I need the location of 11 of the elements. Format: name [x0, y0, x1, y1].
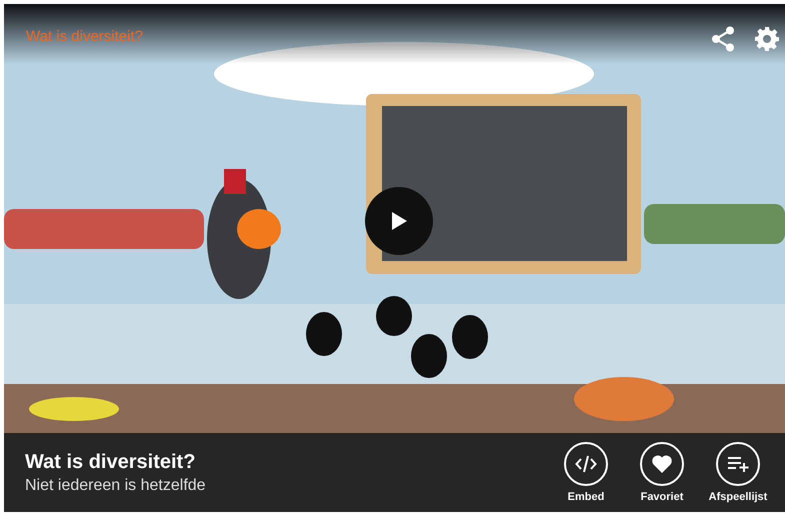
video-title: Wat is diversiteit?: [26, 28, 143, 45]
video-title: Wat is diversiteit?: [25, 450, 196, 474]
code-icon: [564, 442, 608, 486]
action-button[interactable]: Afspeellijst: [703, 442, 773, 503]
settings-icon[interactable]: [755, 27, 779, 51]
playlist-add-icon: [716, 442, 760, 486]
play-icon: [390, 211, 408, 231]
action-button[interactable]: Embed: [551, 442, 621, 503]
share-icon[interactable]: [711, 26, 735, 52]
video-subtitle: Niet iedereen is hetzelfde: [25, 476, 207, 494]
action-button[interactable]: Favoriet: [627, 442, 697, 503]
